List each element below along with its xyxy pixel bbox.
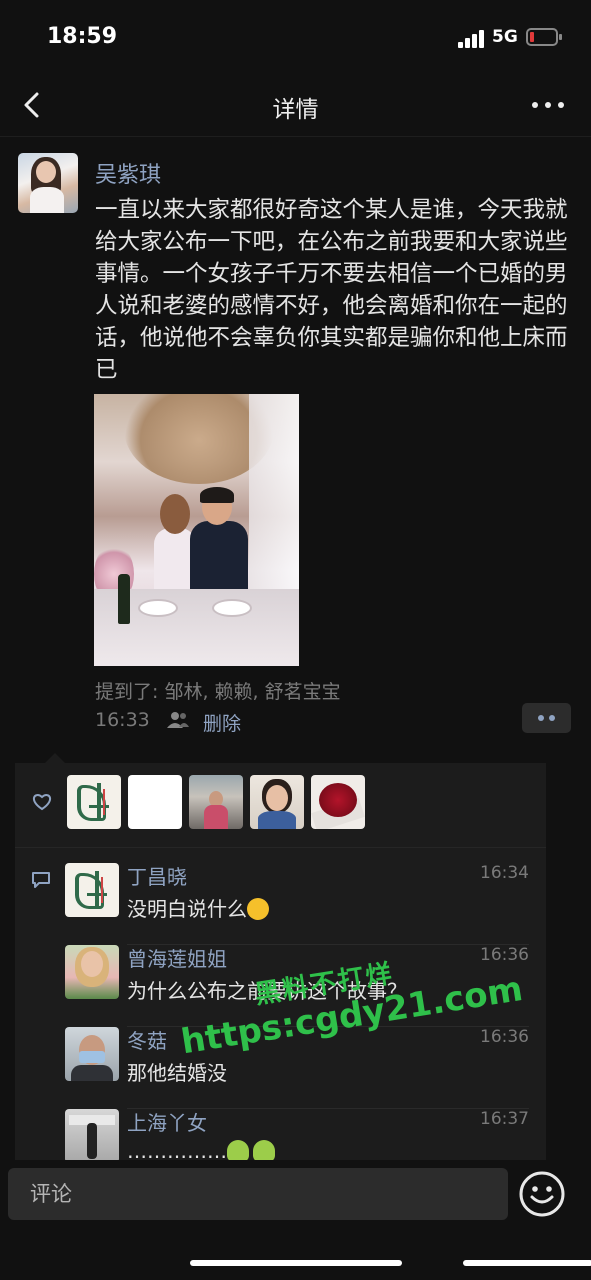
visibility-icon (167, 712, 189, 728)
comment-item[interactable]: 曾海莲姐姐 16:36 为什么公布之前要讲这个故事？ (65, 945, 546, 1027)
home-indicator (190, 1260, 402, 1266)
heart-icon (33, 794, 51, 811)
more-icon[interactable] (532, 102, 564, 110)
mentioned-users[interactable]: 提到了: 邹林, 赖赖, 舒茗宝宝 (95, 677, 341, 704)
emoji-icon[interactable] (518, 1170, 566, 1218)
comment-text: 为什么公布之前要讲这个故事？ (127, 979, 407, 1003)
signal-icon (458, 30, 486, 48)
author-name[interactable]: 吴紫琪 (95, 157, 161, 189)
like-avatar[interactable] (311, 775, 365, 829)
comment-text: 没明白说什么 (127, 893, 269, 922)
comment-time: 16:37 (480, 1109, 529, 1129)
person-emoji-icon (227, 1140, 249, 1162)
comment-input[interactable]: 评论 (8, 1168, 508, 1220)
comment-item[interactable]: 冬菇 16:36 那他结婚没 (65, 1027, 546, 1109)
commenter-name[interactable]: 上海丫女 (127, 1107, 207, 1136)
battery-icon (526, 28, 562, 46)
commenter-avatar[interactable] (65, 1027, 119, 1081)
comment-time: 16:34 (480, 863, 529, 883)
commenter-name[interactable]: 丁昌晓 (127, 861, 187, 890)
page-title: 详情 (272, 97, 319, 123)
post-photo[interactable] (94, 394, 299, 666)
post-text: 一直以来大家都很好奇这个某人是谁，今天我就给大家公布一下吧，在公布之前我要和大家… (95, 197, 568, 383)
commenter-name[interactable]: 曾海莲姐姐 (127, 943, 227, 972)
laugh-cry-emoji-icon (247, 898, 269, 920)
like-avatar[interactable] (189, 775, 243, 829)
nav-bar: 详情 (0, 76, 591, 137)
like-comment-button[interactable] (522, 703, 571, 733)
commenter-name[interactable]: 冬菇 (127, 1025, 167, 1054)
network-type: 5G (492, 27, 518, 47)
author-avatar[interactable] (18, 153, 78, 213)
post-time: 16:33 (95, 709, 150, 731)
commenter-avatar[interactable] (65, 945, 119, 999)
delete-link[interactable]: 删除 (203, 709, 241, 736)
like-avatar[interactable] (67, 775, 121, 829)
home-indicator-secondary (463, 1260, 591, 1266)
status-time: 18:59 (47, 24, 118, 49)
like-avatar[interactable] (250, 775, 304, 829)
status-bar: 18:59 5G (0, 0, 591, 76)
person-emoji-icon (253, 1140, 275, 1162)
interaction-panel: 丁昌晓 16:34 没明白说什么 曾海莲姐姐 16:36 为什么公布之前要讲这个… (15, 753, 546, 1163)
comment-time: 16:36 (480, 945, 529, 965)
commenter-avatar[interactable] (65, 1109, 119, 1163)
comment-bar: 评论 (0, 1160, 591, 1280)
comment-icon (32, 872, 50, 888)
commenter-avatar[interactable] (65, 863, 119, 917)
comment-text: 那他结婚没 (127, 1061, 227, 1085)
like-avatar[interactable] (128, 775, 182, 829)
comment-time: 16:36 (480, 1027, 529, 1047)
comment-item[interactable]: 丁昌晓 16:34 没明白说什么 (65, 863, 546, 945)
post-meta: 16:33 删除 (95, 703, 575, 736)
